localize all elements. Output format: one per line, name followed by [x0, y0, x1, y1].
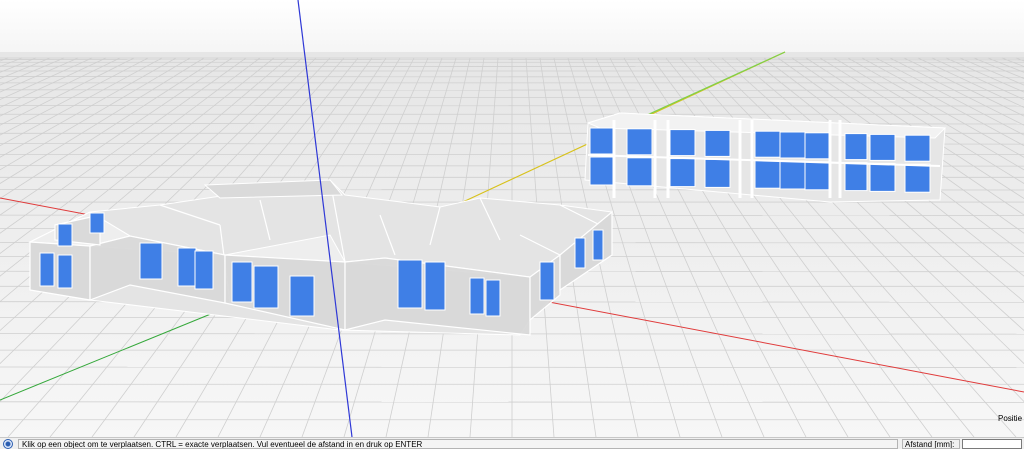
window-upper: [626, 128, 653, 156]
window: [57, 254, 73, 289]
window-upper: [754, 130, 781, 158]
window: [289, 275, 315, 317]
window-upper: [669, 129, 696, 157]
window: [424, 261, 446, 311]
window: [485, 279, 501, 317]
window-lower: [704, 158, 731, 188]
window-lower: [869, 162, 896, 192]
window: [177, 247, 197, 287]
window-upper: [844, 133, 868, 161]
window-lower: [844, 162, 868, 192]
window-lower: [669, 158, 696, 188]
window-upper: [804, 132, 831, 160]
window: [469, 277, 485, 315]
window: [592, 229, 604, 261]
window: [194, 250, 214, 290]
sky-background: [0, 0, 1024, 58]
position-label: Positie: [998, 414, 1023, 423]
window-upper: [869, 133, 896, 161]
window: [397, 259, 423, 309]
window: [253, 265, 279, 309]
status-message: Klik op een object om te verplaatsen. CT…: [18, 439, 898, 449]
window-upper: [589, 127, 616, 155]
window-lower: [589, 156, 616, 186]
window-lower: [754, 159, 781, 189]
distance-input[interactable]: [962, 439, 1022, 449]
window: [231, 261, 253, 303]
window: [574, 237, 586, 269]
status-bar: Klik op een object om te verplaatsen. CT…: [0, 437, 1024, 449]
window: [89, 212, 105, 234]
window: [57, 223, 73, 247]
window-upper: [904, 134, 931, 162]
distance-label: Afstand [mm]:: [902, 439, 960, 449]
info-icon: [3, 439, 13, 449]
window-upper: [704, 129, 731, 157]
window: [139, 242, 163, 280]
window-lower: [904, 163, 931, 193]
window: [539, 261, 555, 301]
window-lower: [779, 160, 806, 190]
window-upper: [779, 131, 806, 159]
window-lower: [804, 161, 831, 191]
3d-viewport[interactable]: Positie: [0, 0, 1024, 437]
window-lower: [626, 157, 653, 187]
window: [39, 252, 55, 287]
